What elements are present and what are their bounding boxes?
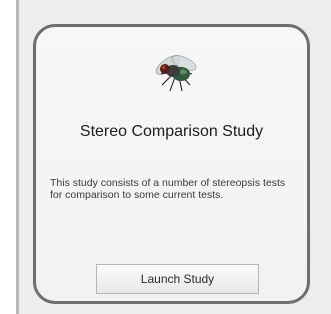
card-description: This study consists of a number of stere…: [50, 177, 286, 201]
fly-icon: [155, 55, 197, 92]
card-title: Stereo Comparison Study: [79, 123, 264, 140]
study-card: Stereo Comparison Study This study consi…: [33, 24, 310, 304]
launch-study-button[interactable]: Launch Study: [96, 264, 259, 294]
window-left-edge: [16, 0, 19, 314]
window-left-margin: [0, 0, 16, 314]
